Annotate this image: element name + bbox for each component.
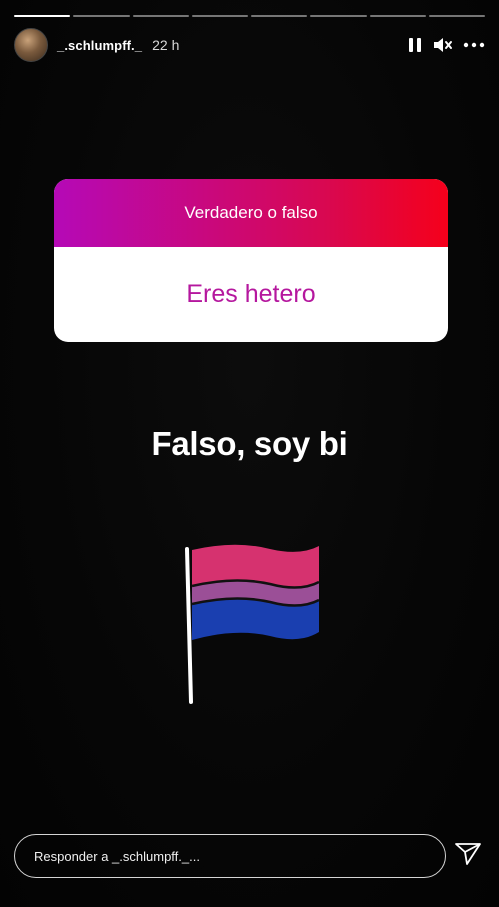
story-header: _.schlumpff._ 22 h	[14, 28, 485, 62]
username[interactable]: _.schlumpff._	[57, 38, 142, 53]
story-view[interactable]: _.schlumpff._ 22 h Verdadero o falso Ere…	[0, 0, 499, 907]
reply-input[interactable]: Responder a _.schlumpff._...	[14, 834, 446, 878]
mute-icon[interactable]	[433, 36, 453, 54]
send-icon[interactable]	[454, 841, 482, 872]
more-icon[interactable]	[463, 36, 485, 54]
post-time: 22 h	[152, 37, 180, 53]
sticker-question: Verdadero o falso	[54, 179, 448, 247]
answer-text: Falso, soy bi	[151, 425, 348, 462]
avatar[interactable]	[14, 28, 48, 62]
progress-segment	[428, 15, 485, 17]
header-controls	[407, 36, 485, 54]
progress-segment	[310, 15, 367, 17]
sticker-statement: Eres hetero	[186, 280, 316, 308]
progress-segment	[369, 15, 426, 17]
progress-segment	[251, 15, 308, 17]
story-progress-bar	[14, 15, 485, 17]
question-sticker[interactable]: Verdadero o falso Eres hetero	[54, 179, 448, 342]
progress-segment	[191, 15, 248, 17]
bisexual-flag-icon	[180, 540, 325, 715]
progress-segment	[14, 15, 71, 17]
reply-placeholder: Responder a _.schlumpff._...	[34, 848, 200, 864]
pause-icon[interactable]	[407, 36, 423, 54]
progress-segment	[132, 15, 189, 17]
progress-segment	[73, 15, 130, 17]
